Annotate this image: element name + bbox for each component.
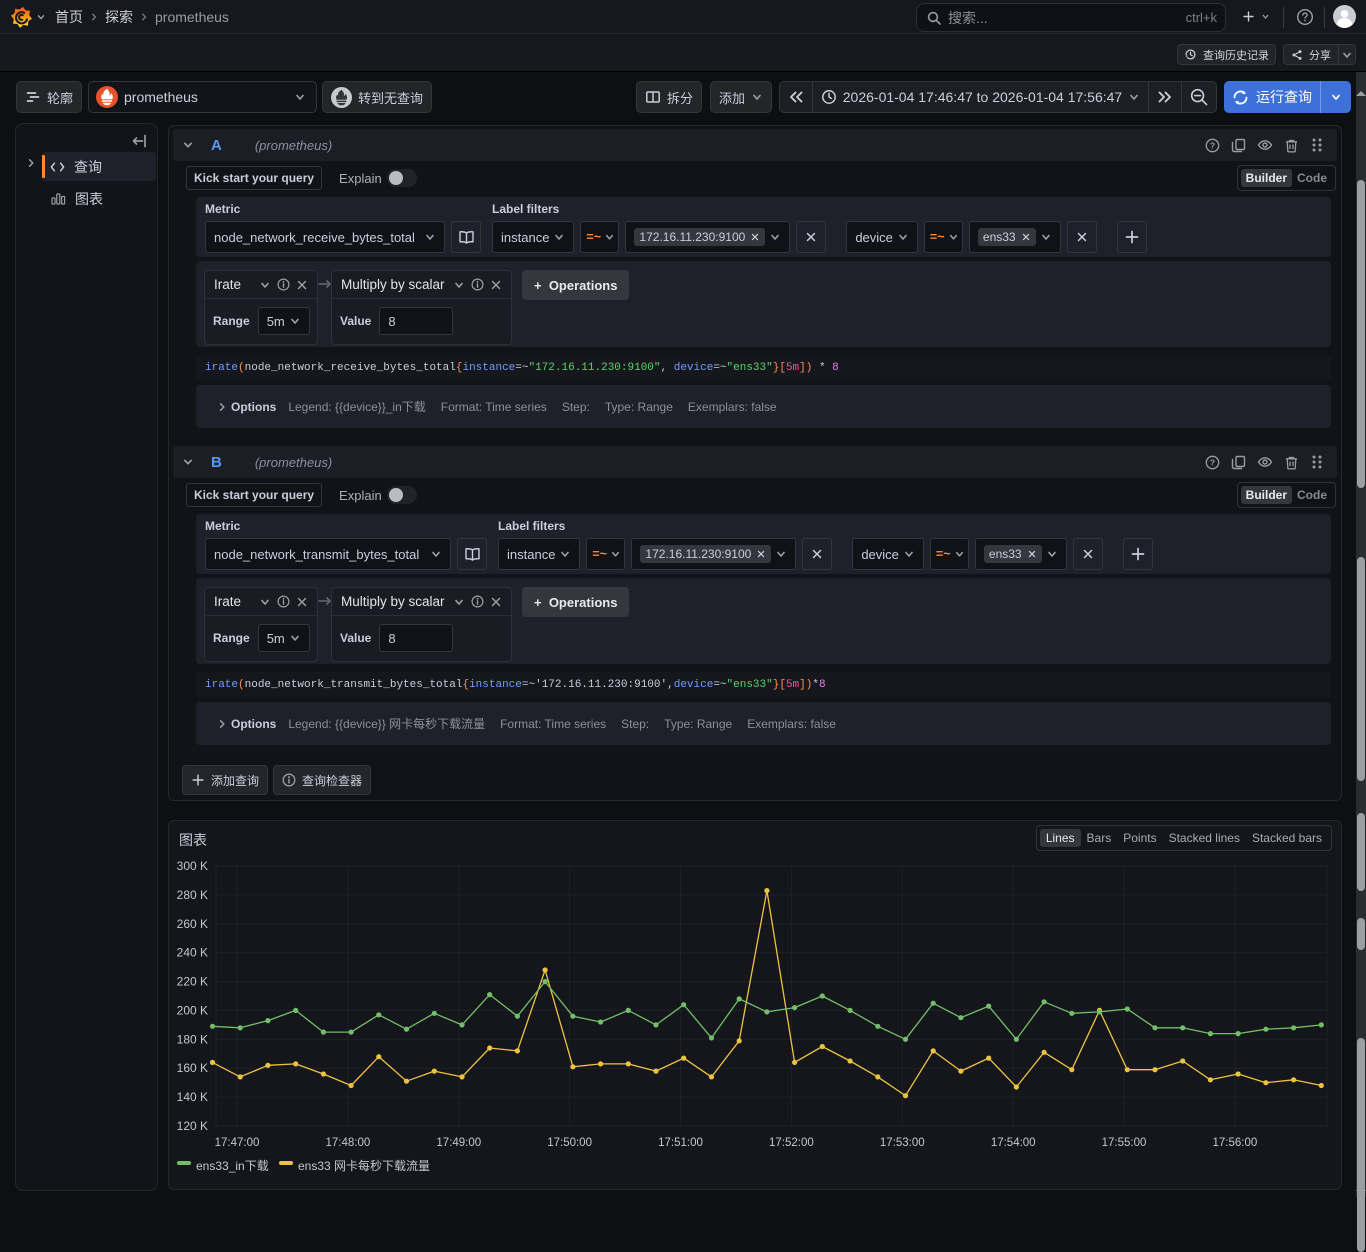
svg-text:ens33 网卡每秒下载流量: ens33 网卡每秒下载流量 [298, 1158, 430, 1173]
svg-text:17:52:00: 17:52:00 [769, 1137, 814, 1149]
svg-text:17:47:00: 17:47:00 [215, 1137, 260, 1149]
svg-text:17:55:00: 17:55:00 [1102, 1137, 1147, 1149]
svg-text:17:54:00: 17:54:00 [991, 1137, 1036, 1149]
svg-text:300 K: 300 K [177, 859, 208, 873]
svg-text:17:48:00: 17:48:00 [326, 1137, 371, 1149]
svg-text:17:56:00: 17:56:00 [1213, 1137, 1258, 1149]
svg-text:120 K: 120 K [177, 1119, 208, 1133]
svg-text:280 K: 280 K [177, 888, 208, 902]
svg-text:?: ? [1210, 140, 1215, 150]
svg-text:260 K: 260 K [177, 917, 208, 931]
svg-text:220 K: 220 K [177, 975, 208, 989]
svg-text:200 K: 200 K [177, 1003, 208, 1017]
svg-text:180 K: 180 K [177, 1032, 208, 1046]
svg-text:ens33_in下载: ens33_in下载 [196, 1159, 269, 1173]
svg-text:?: ? [1210, 457, 1215, 467]
svg-text:17:51:00: 17:51:00 [658, 1137, 703, 1149]
svg-text:17:53:00: 17:53:00 [880, 1137, 925, 1149]
svg-text:17:50:00: 17:50:00 [547, 1137, 592, 1149]
svg-text:17:49:00: 17:49:00 [436, 1137, 481, 1149]
svg-text:140 K: 140 K [177, 1090, 208, 1104]
svg-text:240 K: 240 K [177, 946, 208, 960]
svg-text:160 K: 160 K [177, 1061, 208, 1075]
